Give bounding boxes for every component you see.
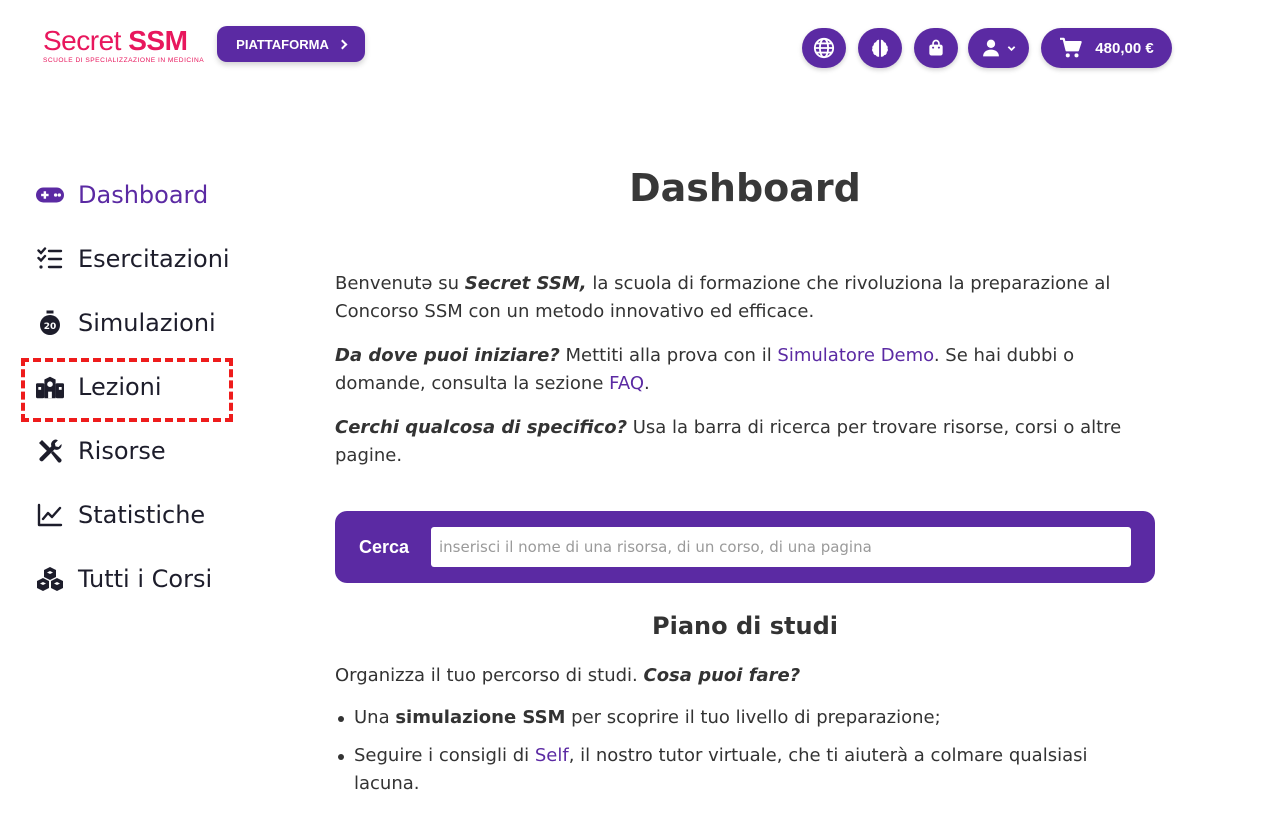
search-hint-paragraph: Cerchi qualcosa di specifico? Usa la bar… [335,417,1122,466]
sidebar-item-label: Tutti i Corsi [78,565,213,593]
language-button[interactable] [802,28,846,68]
sidebar-item-tutti-i-corsi[interactable]: Tutti i Corsi [36,559,212,599]
sidebar-item-label: Statistiche [78,501,206,529]
user-menu-button[interactable] [968,28,1029,68]
sidebar-item-label: Esercitazioni [78,245,230,273]
list-item: Una simulazione SSM per scoprire il tuo … [335,704,1155,732]
gamepad-icon [36,181,64,209]
sidebar-item-label: Simulazioni [78,309,216,337]
study-plan-intro: Organizza il tuo percorso di studi. Cosa… [335,665,801,686]
brand-logo[interactable]: Secret SSM SCUOLE DI SPECIALIZZAZIONE IN… [43,25,205,66]
self-tutor-link[interactable]: Self [535,745,569,766]
checklist-icon [36,245,64,273]
svg-text:20: 20 [44,322,57,332]
cart-icon [1060,37,1083,58]
globe-icon [813,37,835,59]
search-input[interactable] [431,527,1131,567]
shop-button[interactable] [914,28,958,68]
tutor-button[interactable] [858,28,902,68]
tools-icon [36,437,64,465]
page-title: Dashboard [629,166,861,210]
study-plan-list: Una simulazione SSM per scoprire il tuo … [335,704,1155,808]
demo-simulator-link[interactable]: Simulatore Demo [777,345,933,366]
cart-total: 480,00 € [1095,39,1154,57]
sidebar-item-esercitazioni[interactable]: Esercitazioni [36,239,230,279]
chevron-down-icon [1007,45,1016,51]
stopwatch-icon: 20 [36,309,64,337]
faq-link[interactable]: FAQ [609,373,644,394]
cubes-icon [36,565,64,593]
sidebar-item-statistiche[interactable]: Statistiche [36,495,205,535]
cart-button[interactable]: 480,00 € [1041,28,1172,68]
lezioni-highlight-box [21,358,233,422]
chart-line-icon [36,501,64,529]
start-paragraph: Da dove puoi iniziare? Mettiti alla prov… [335,345,1075,394]
sidebar-item-simulazioni[interactable]: 20 Simulazioni [36,303,216,343]
sidebar-item-label: Dashboard [78,181,209,209]
sidebar-item-label: Risorse [78,437,166,465]
bag-icon [929,39,943,56]
chevron-right-icon [337,39,348,49]
intro-paragraph: Benvenutə su Secret SSM, la scuola di fo… [335,273,1111,322]
user-icon [983,39,999,57]
search-label: Cerca [359,536,410,557]
platform-button-label: PIATTAFORMA [236,36,329,52]
logo-tagline: SCUOLE DI SPECIALIZZAZIONE IN MEDICINA [43,57,205,64]
list-item: Seguire i consigli di Self, il nostro tu… [335,742,1155,798]
sidebar-item-risorse[interactable]: Risorse [36,431,166,471]
search-bar: Cerca [335,511,1155,583]
logo-wordmark: Secret SSM [43,25,188,56]
sidebar-item-dashboard[interactable]: Dashboard [36,175,208,215]
platform-button[interactable]: PIATTAFORMA [217,26,365,62]
study-plan-title: Piano di studi [652,612,838,640]
brain-icon [872,39,888,57]
